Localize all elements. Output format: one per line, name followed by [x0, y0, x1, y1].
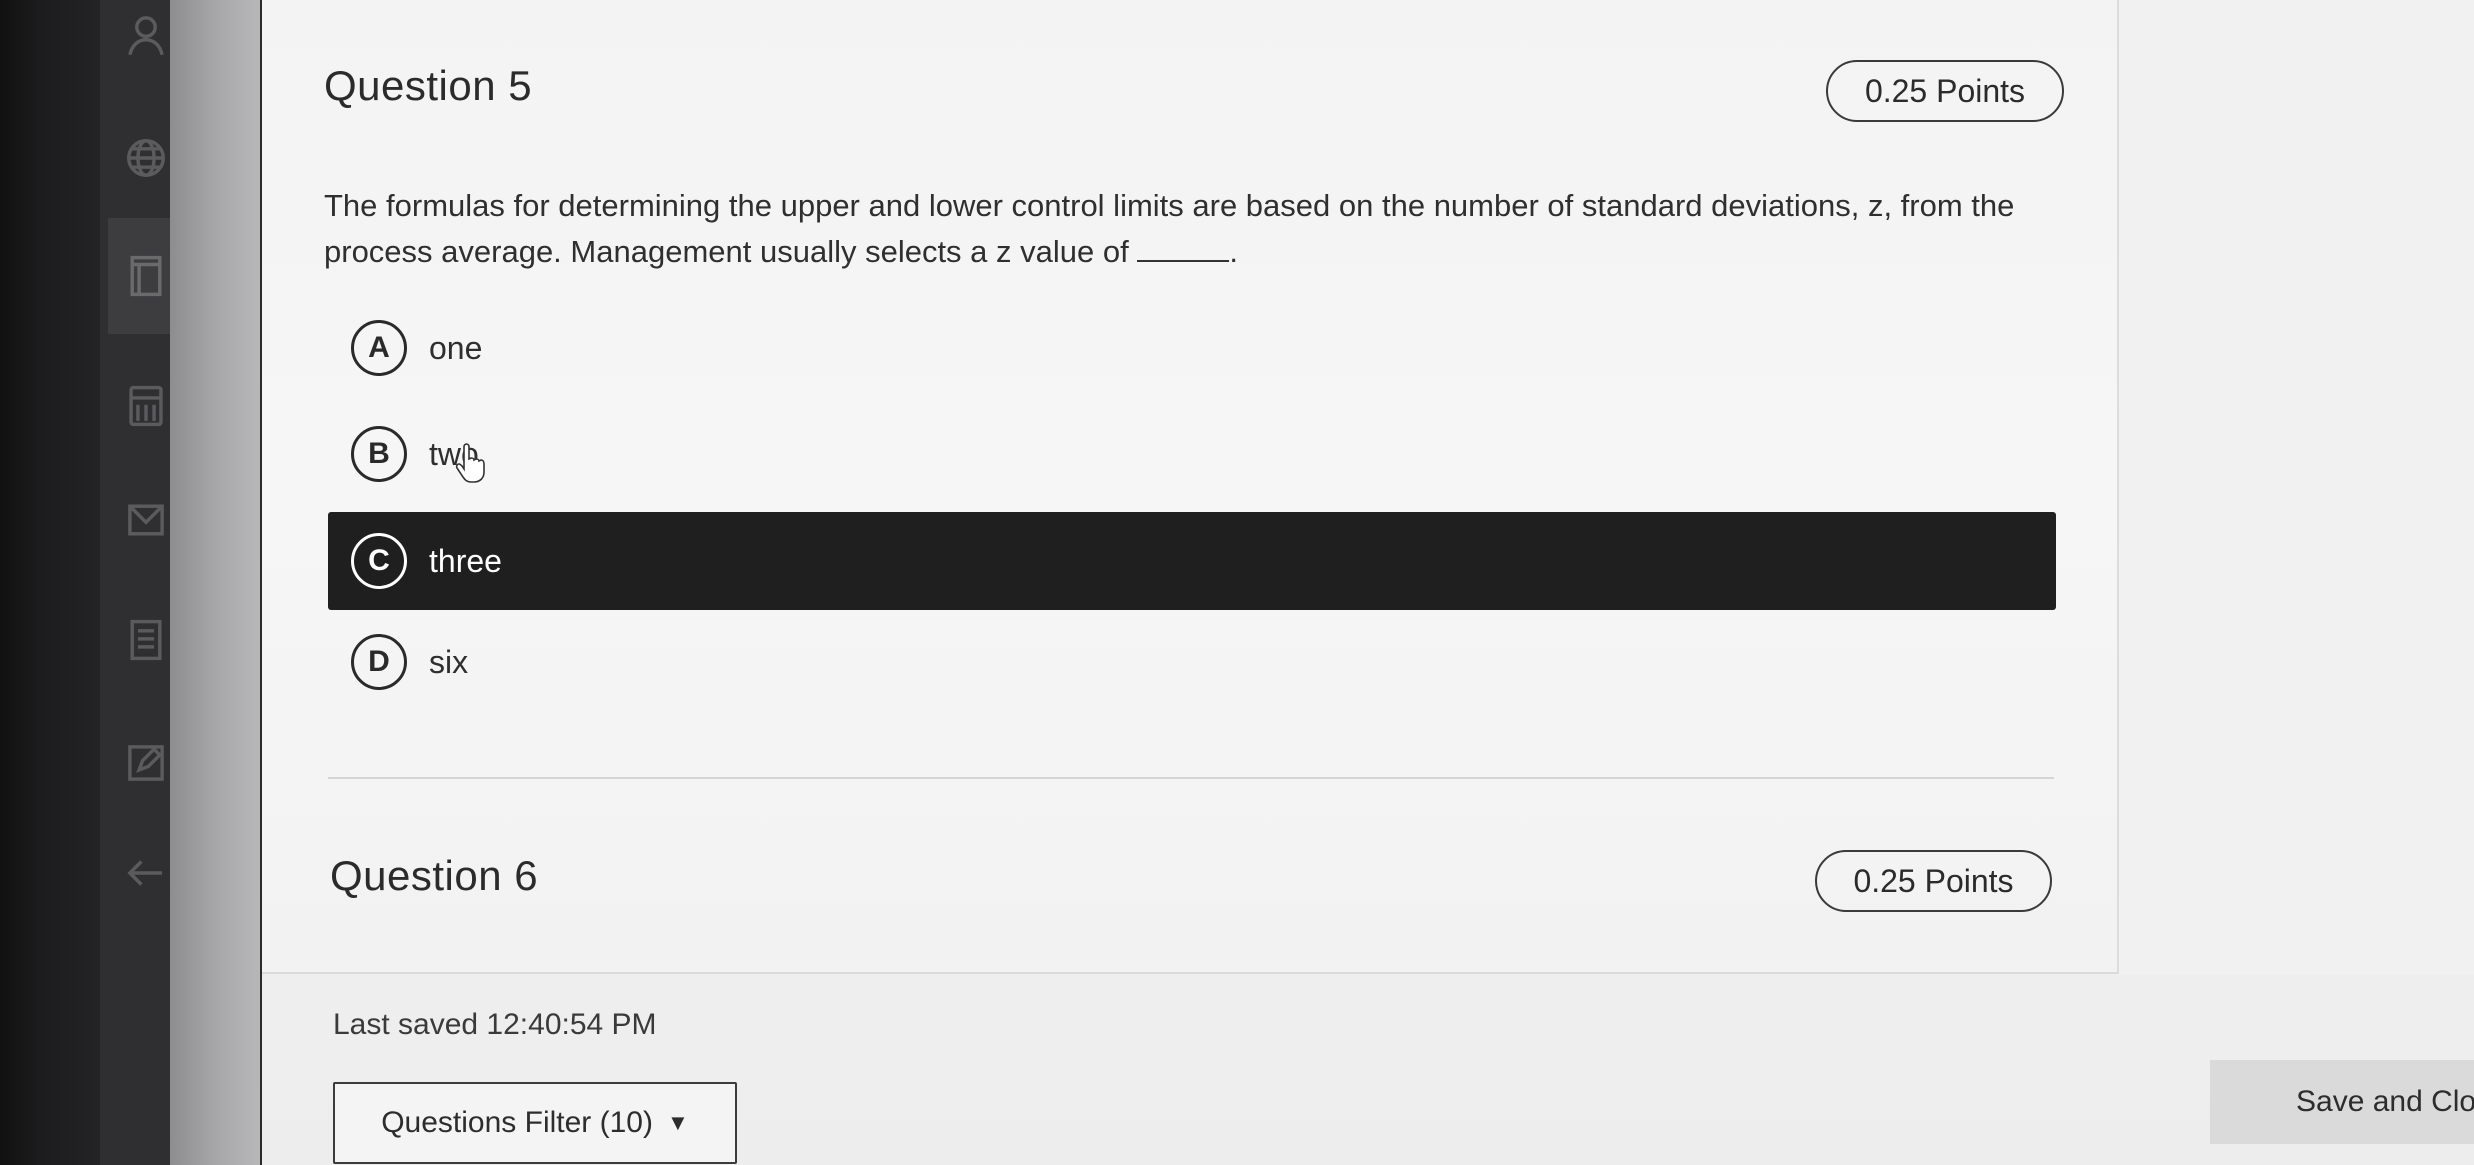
question-text: The formulas for determining the upper a…: [324, 183, 2104, 275]
choice-d[interactable]: D six: [328, 614, 2056, 710]
book-icon[interactable]: [118, 248, 174, 304]
calculator-icon[interactable]: [118, 378, 174, 434]
notes-icon[interactable]: [118, 612, 174, 668]
question-title: Question 6: [330, 852, 539, 899]
choice-label: one: [429, 329, 483, 366]
choice-label: three: [429, 542, 502, 579]
question-stem-end: .: [1229, 234, 1238, 269]
choice-a[interactable]: A one: [328, 300, 2056, 396]
points-badge: 0.25 Points: [1826, 60, 2064, 122]
choice-letter: B: [351, 426, 407, 482]
right-pane: [2118, 0, 2474, 975]
choice-letter: D: [351, 634, 407, 690]
globe-icon[interactable]: [118, 130, 174, 186]
choice-letter: A: [351, 320, 407, 376]
choice-label: six: [429, 643, 469, 680]
screen: Question 5 0.25 Points The formulas for …: [0, 0, 2474, 1165]
choice-c-selected[interactable]: C three: [328, 512, 2056, 610]
question-divider: [328, 777, 2054, 779]
question-title: Question 5: [324, 62, 533, 109]
edit-icon[interactable]: [118, 735, 174, 791]
hand-cursor-icon: [455, 443, 485, 483]
choice-letter: C: [351, 533, 407, 589]
choice-b[interactable]: B two: [328, 406, 2056, 502]
mail-icon[interactable]: [118, 492, 174, 548]
dropdown-caret-icon: ▼: [666, 1110, 689, 1135]
last-saved-status: Last saved 12:40:54 PM: [333, 1008, 657, 1041]
filter-label: Questions Filter (10): [381, 1106, 653, 1139]
window-edge: [170, 0, 260, 1165]
save-label: Save and Clo: [2296, 1085, 2474, 1118]
points-badge: 0.25 Points: [1815, 850, 2052, 912]
user-icon[interactable]: [118, 6, 174, 62]
back-arrow-icon[interactable]: [118, 845, 174, 901]
questions-filter-button[interactable]: Questions Filter (10) ▼: [333, 1082, 737, 1164]
fill-in-blank: [1137, 236, 1230, 262]
save-and-close-button[interactable]: Save and Clo: [2210, 1060, 2474, 1144]
